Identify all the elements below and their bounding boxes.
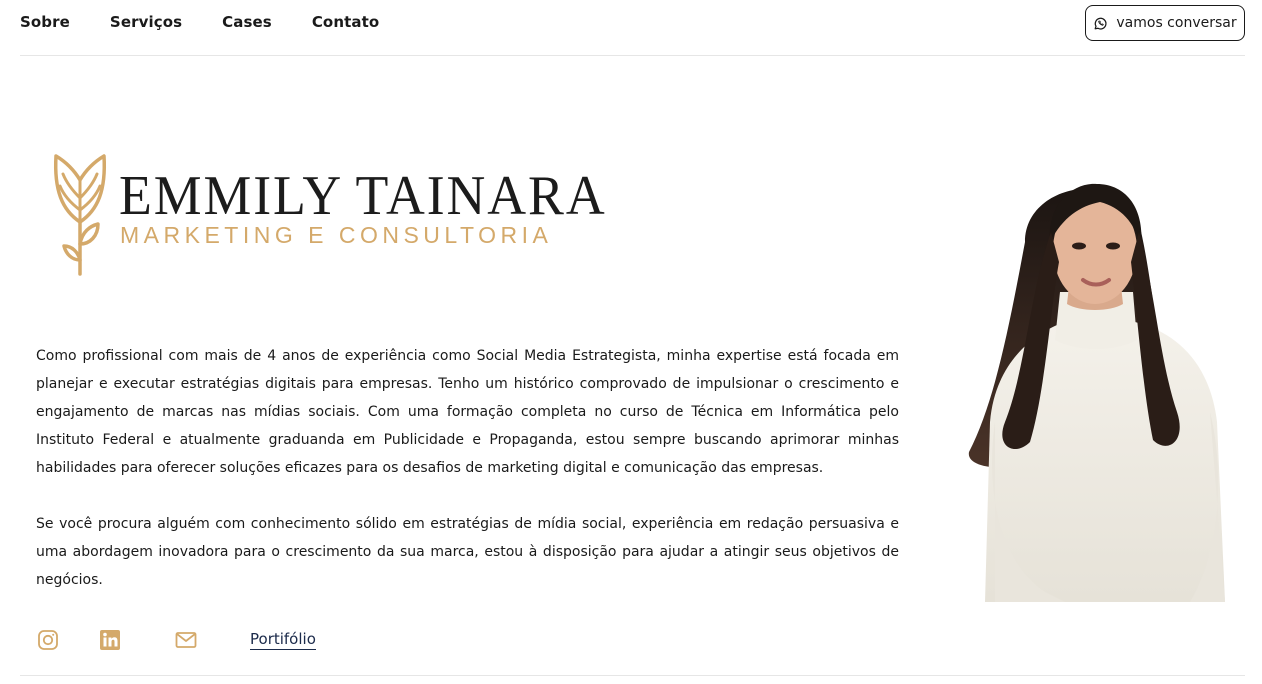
portfolio-link[interactable]: Portifólio: [250, 630, 316, 650]
whatsapp-icon: [1093, 16, 1108, 31]
brand-logo: EMMILY TAINARA MARKETING E CONSULTORIA: [52, 152, 605, 278]
logo-name: EMMILY TAINARA: [119, 165, 607, 227]
bio-section: Como profissional com mais de 4 anos de …: [36, 342, 899, 622]
contact-button-label: vamos conversar: [1116, 15, 1237, 31]
nav-link-sobre[interactable]: Sobre: [20, 13, 70, 31]
nav-link-contato[interactable]: Contato: [312, 13, 379, 31]
instagram-icon[interactable]: [36, 628, 60, 652]
bio-paragraph: Se você procura alguém com conhecimento …: [36, 516, 899, 588]
flower-logo-icon: [53, 154, 107, 276]
bottom-divider: [20, 675, 1245, 676]
mail-icon[interactable]: [174, 628, 198, 652]
top-nav: Sobre Serviços Cases Contato vamos conve…: [20, 0, 1245, 56]
nav-link-servicos[interactable]: Serviços: [110, 13, 182, 31]
profile-photo: [968, 183, 1225, 602]
social-links: Portifólio: [36, 628, 316, 652]
logo-subtitle: MARKETING E CONSULTORIA: [120, 222, 553, 248]
nav-links: Sobre Serviços Cases Contato: [20, 13, 419, 31]
linkedin-icon[interactable]: [98, 628, 122, 652]
contact-button[interactable]: vamos conversar: [1085, 5, 1245, 41]
nav-link-cases[interactable]: Cases: [222, 13, 272, 31]
bio-paragraph: Como profissional com mais de 4 anos de …: [36, 348, 899, 476]
